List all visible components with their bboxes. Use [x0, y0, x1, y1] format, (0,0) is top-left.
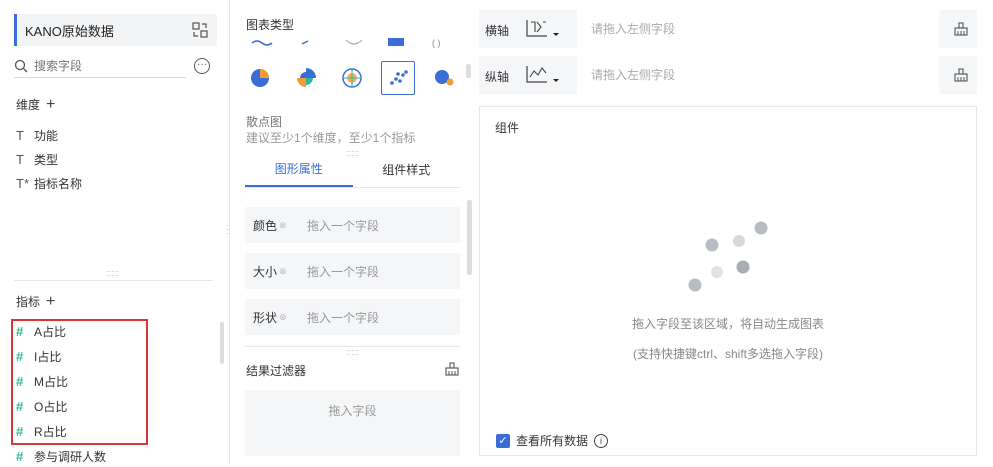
text-field-icon: T* — [16, 175, 29, 191]
tab-component-style[interactable]: 组件样式 — [353, 152, 461, 187]
metric-label: 参与调研人数 — [34, 449, 107, 464]
y-axis-sort-icon[interactable] — [525, 64, 561, 86]
shape-drop-field[interactable]: 形状 ⊗ 拖入一个字段 — [245, 299, 460, 335]
divider — [14, 280, 213, 281]
datasource-selector[interactable]: KANO原始数据 — [14, 14, 217, 46]
text-field-icon: T — [16, 151, 24, 167]
clear-icon[interactable]: ⊗ — [279, 220, 297, 231]
search-icon — [14, 59, 28, 72]
dimension-item[interactable]: T* 指标名称 — [16, 172, 82, 194]
dimension-title: 维度 — [16, 98, 41, 112]
dimension-label: 指标名称 — [34, 176, 83, 191]
dimension-label: 功能 — [34, 128, 59, 143]
x-axis-drop-input[interactable] — [577, 10, 939, 48]
pie-chart-icon[interactable] — [244, 62, 276, 94]
clear-icon[interactable]: ⊗ — [279, 266, 297, 277]
checkbox-checked-icon[interactable]: ✓ — [496, 433, 510, 448]
dimension-item[interactable]: T 功能 — [16, 124, 58, 146]
result-filter-title: 结果过滤器 — [246, 364, 307, 378]
scrollbar[interactable] — [467, 200, 472, 275]
text-field-icon: T — [16, 127, 24, 143]
switch-datasource-icon[interactable] — [192, 22, 208, 38]
empty-state-hint: (支持快捷键ctrl、shift多选拖入字段) — [633, 347, 823, 361]
dimension-item[interactable]: T 类型 — [16, 148, 58, 170]
chart-type-title: 图表类型 — [246, 18, 295, 32]
y-axis-row: 纵轴 — [479, 56, 977, 94]
x-axis-label: 横轴 — [485, 24, 510, 38]
datasource-name: KANO原始数据 — [25, 23, 114, 39]
empty-chart-illustration-icon — [688, 221, 768, 292]
empty-state-message: 拖入字段至该区域，将自动生成图表 — [631, 317, 824, 331]
property-placeholder: 拖入一个字段 — [307, 218, 380, 233]
y-axis-drop-input[interactable] — [577, 56, 939, 94]
filter-drop-zone[interactable]: 拖入字段 — [245, 390, 460, 456]
y-axis-label: 纵轴 — [485, 70, 510, 84]
property-placeholder: 拖入一个字段 — [307, 264, 380, 279]
resize-handle[interactable]: ····· ····· — [106, 268, 122, 280]
scatter-chart-icon[interactable] — [382, 62, 414, 94]
info-icon[interactable]: i — [594, 433, 609, 448]
property-placeholder: 拖入一个字段 — [307, 310, 380, 325]
number-field-icon: # — [16, 448, 24, 464]
metric-title: 指标 — [16, 295, 41, 309]
view-all-data-toggle[interactable]: ✓ 查看所有数据 i — [496, 432, 609, 449]
metric-header: 指标 + — [16, 293, 55, 310]
clear-x-axis-icon[interactable] — [953, 21, 969, 37]
highlight-box — [11, 319, 148, 445]
property-tabs: 图形属性 组件样式 — [245, 152, 460, 188]
resize-handle[interactable]: ····· ····· — [346, 347, 359, 359]
dimension-header: 维度 + — [16, 96, 55, 113]
svg-text:( ): ( ) — [432, 38, 441, 48]
view-all-label: 查看所有数据 — [516, 434, 589, 448]
clear-icon[interactable]: ⊗ — [279, 312, 297, 323]
color-drop-field[interactable]: 颜色 ⊗ 拖入一个字段 — [245, 207, 460, 243]
radar-chart-icon[interactable] — [336, 62, 368, 94]
size-drop-field[interactable]: 大小 ⊗ 拖入一个字段 — [245, 253, 460, 289]
tab-graphic-properties[interactable]: 图形属性 — [245, 152, 353, 187]
chart-icons-row-partial: ( ) — [251, 38, 441, 48]
search-input[interactable] — [34, 58, 174, 73]
filter-placeholder: 拖入字段 — [328, 404, 377, 418]
add-metric-icon[interactable]: + — [46, 293, 55, 309]
ellipsis-icon[interactable]: ··· — [194, 58, 210, 74]
scrollbar[interactable] — [466, 64, 471, 78]
clear-y-axis-icon[interactable] — [953, 67, 969, 83]
rose-chart-icon[interactable] — [290, 62, 322, 94]
clear-filter-icon[interactable] — [444, 362, 460, 376]
dimension-label: 类型 — [34, 152, 59, 167]
panel-splitter[interactable]: · · · — [226, 222, 230, 238]
scrollbar[interactable] — [220, 322, 224, 364]
add-dimension-icon[interactable]: + — [46, 96, 55, 112]
selected-chart-hint: 建议至少1个维度，至少1个指标 — [246, 131, 416, 145]
x-axis-row: 横轴 — [479, 10, 977, 48]
component-title: 组件 — [495, 121, 520, 135]
search-field[interactable] — [14, 54, 186, 78]
selected-chart-name: 散点图 — [246, 115, 283, 129]
bubble-chart-icon[interactable] — [428, 62, 460, 94]
x-axis-sort-icon[interactable] — [525, 18, 561, 40]
